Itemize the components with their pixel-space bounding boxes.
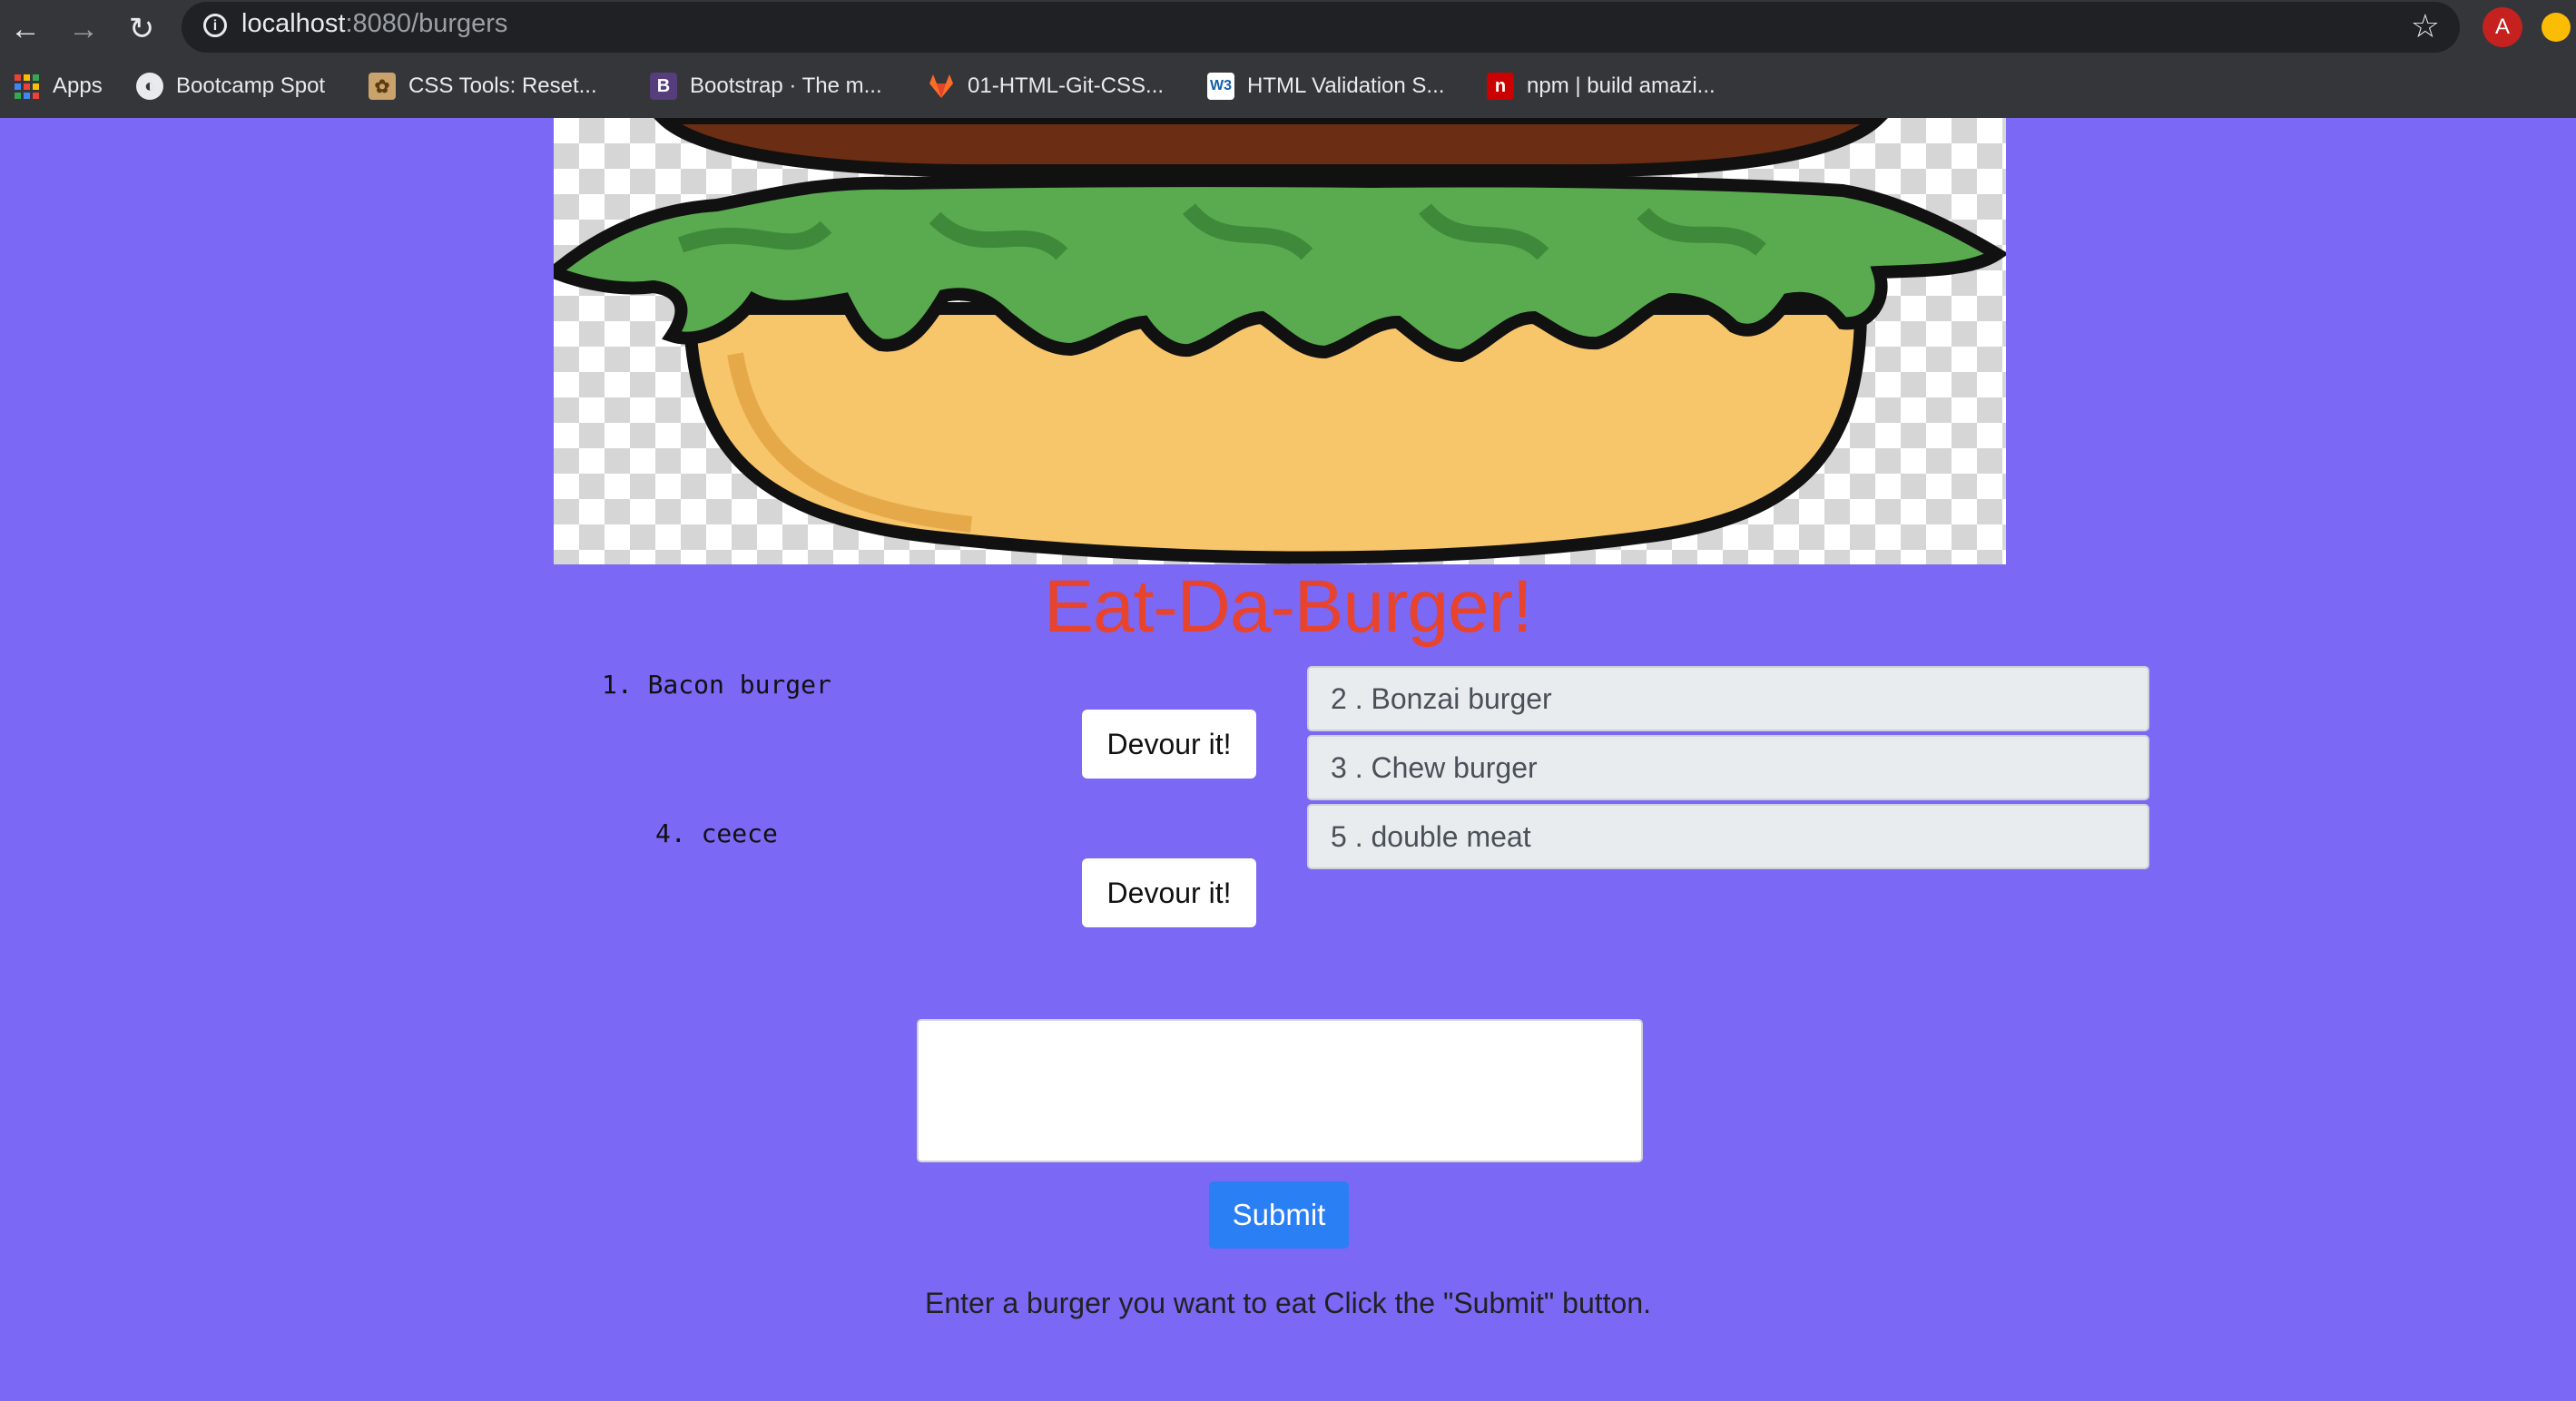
profile-avatar[interactable]: A <box>2483 7 2522 47</box>
w3c-icon: W3 <box>1207 73 1234 100</box>
bookmark-label: Apps <box>53 73 103 98</box>
bookmark-label: Bootstrap · The m... <box>690 73 882 98</box>
apps-grid-icon <box>13 73 40 100</box>
devoured-burger-item: 3 . Chew burger <box>1307 735 2149 800</box>
instructions-text: Enter a burger you want to eat Click the… <box>924 1287 1652 1319</box>
bookmark-bootstrap[interactable]: B Bootstrap · The m... <box>650 69 882 103</box>
bookmark-label: npm | build amazi... <box>1527 73 1716 98</box>
forward-arrow-icon[interactable]: → <box>64 9 103 49</box>
page-title: Eat-Da-Burger! <box>1044 565 1532 648</box>
devoured-burger-item: 5 . double meat <box>1307 804 2149 869</box>
uneaten-burger-item: 1. Bacon burger <box>602 670 831 700</box>
address-bar[interactable]: i localhost:8080/burgers ☆ <box>182 2 2460 53</box>
bookmark-gitlab[interactable]: 01-HTML-Git-CSS... <box>928 69 1164 103</box>
devoured-burger-item: 2 . Bonzai burger <box>1307 666 2149 731</box>
bookmark-label: Bootcamp Spot <box>176 73 326 98</box>
css-tools-icon: ✿ <box>369 73 396 100</box>
site-info-icon[interactable]: i <box>203 14 227 37</box>
bookmark-bootcamp-spot[interactable]: ◐ Bootcamp Spot <box>136 69 325 103</box>
globe-icon: ◐ <box>136 73 163 100</box>
bookmark-label: 01-HTML-Git-CSS... <box>968 73 1165 98</box>
bookmark-star-icon[interactable]: ☆ <box>2411 7 2440 45</box>
devour-button[interactable]: Devour it! <box>1082 858 1256 927</box>
bookmark-npm[interactable]: n npm | build amazi... <box>1487 69 1716 103</box>
uneaten-burger-item: 4. ceece <box>655 818 778 848</box>
bookmark-label: HTML Validation S... <box>1247 73 1445 98</box>
burger-hero-image <box>554 118 2006 564</box>
bookmark-apps[interactable]: Apps <box>13 69 103 103</box>
burger-name-input[interactable] <box>917 1019 1643 1162</box>
extension-icon[interactable] <box>2542 13 2571 42</box>
reload-icon[interactable]: ↻ <box>122 9 162 49</box>
bookmark-html-validation[interactable]: W3 HTML Validation S... <box>1207 69 1444 103</box>
back-arrow-icon[interactable]: ← <box>5 9 45 49</box>
bookmark-css-tools[interactable]: ✿ CSS Tools: Reset... <box>369 69 597 103</box>
bootstrap-icon: B <box>650 73 677 100</box>
url-text[interactable]: localhost:8080/burgers <box>241 9 507 39</box>
devour-button[interactable]: Devour it! <box>1082 710 1256 779</box>
submit-button[interactable]: Submit <box>1209 1181 1349 1249</box>
gitlab-icon <box>928 73 955 100</box>
bookmarks-bar: Apps ◐ Bootcamp Spot ✿ CSS Tools: Reset.… <box>0 64 2576 109</box>
npm-icon: n <box>1487 73 1514 100</box>
browser-chrome: ← → ↻ i localhost:8080/burgers ☆ A Apps … <box>0 0 2576 118</box>
bookmark-label: CSS Tools: Reset... <box>408 73 597 98</box>
